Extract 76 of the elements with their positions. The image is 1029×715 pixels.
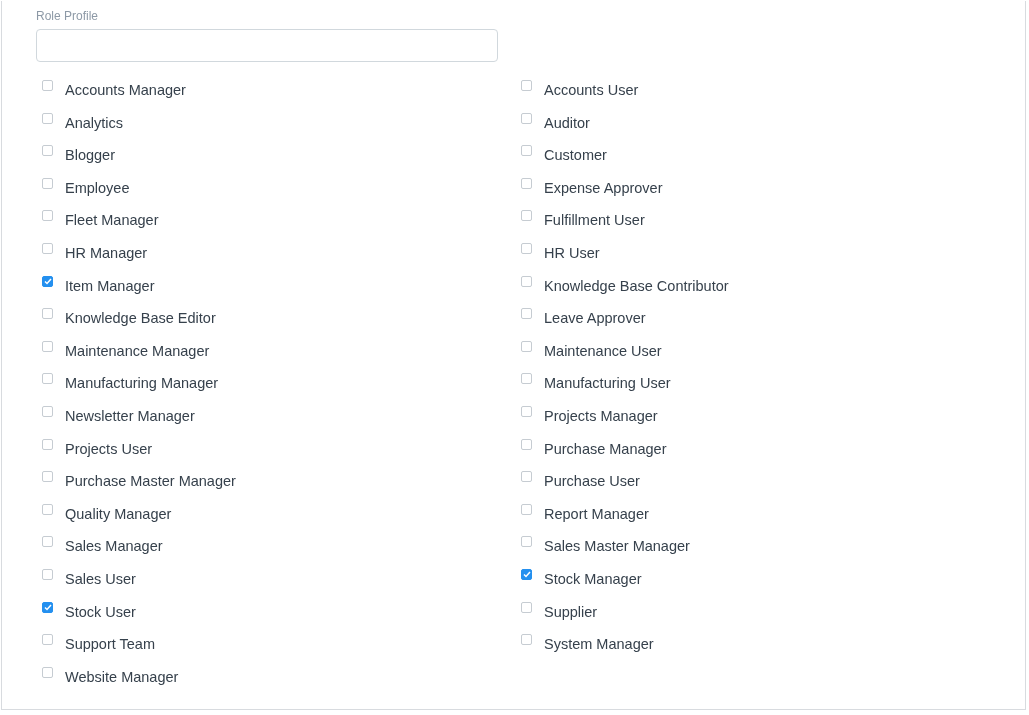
- checkbox-label: Accounts User: [544, 82, 639, 98]
- checkbox-label: HR User: [544, 244, 600, 261]
- checkbox[interactable]: [521, 634, 532, 646]
- checkbox[interactable]: [521, 275, 532, 287]
- field-label: Role Profile: [36, 9, 100, 23]
- checkbox[interactable]: [521, 568, 532, 580]
- checkbox[interactable]: [521, 405, 532, 417]
- checkbox[interactable]: [42, 503, 53, 515]
- checkbox-label: Maintenance User: [544, 342, 662, 359]
- checkbox[interactable]: [42, 210, 53, 222]
- checkbox-label: System Manager: [544, 636, 654, 653]
- checkbox-label: Website Manager: [65, 668, 179, 685]
- checkbox[interactable]: [42, 340, 53, 352]
- checkbox-label: Employee: [65, 179, 130, 196]
- checkbox-label: Report Manager: [544, 505, 649, 522]
- checkbox[interactable]: [521, 80, 532, 91]
- checkbox-label: Sales Manager: [65, 538, 163, 555]
- checkbox-label: Projects Manager: [544, 407, 658, 424]
- checkbox[interactable]: [42, 80, 53, 91]
- checkbox-label: Knowledge Base Contributor: [544, 277, 729, 294]
- checkbox[interactable]: [521, 373, 532, 385]
- checkbox[interactable]: [42, 568, 53, 580]
- checkbox[interactable]: [42, 438, 53, 450]
- checkbox-label: Knowledge Base Editor: [65, 310, 216, 327]
- checkbox-label: Item Manager: [65, 277, 155, 294]
- checkbox-label: Stock User: [65, 603, 136, 620]
- checkbox-label: Accounts Manager: [65, 82, 186, 98]
- checkbox-label: HR Manager: [65, 244, 148, 261]
- checkbox[interactable]: [521, 242, 532, 254]
- checkbox-label: Expense Approver: [544, 179, 663, 196]
- checkbox-label: Auditor: [544, 114, 590, 131]
- checkbox-label: Supplier: [544, 603, 598, 620]
- checkbox-label: Analytics: [65, 114, 124, 131]
- checkbox[interactable]: [42, 471, 53, 483]
- checkbox-label: Purchase User: [544, 473, 640, 490]
- checkbox-label: Newsletter Manager: [65, 407, 195, 424]
- checkbox[interactable]: [42, 308, 53, 320]
- checkbox[interactable]: [42, 601, 53, 613]
- checkbox-label: Maintenance Manager: [65, 342, 210, 359]
- checkbox-label: Fleet Manager: [65, 212, 159, 229]
- checkbox[interactable]: [521, 308, 532, 320]
- checkbox[interactable]: [42, 536, 53, 548]
- checkbox[interactable]: [42, 634, 53, 646]
- checkbox-label: Purchase Master Manager: [65, 473, 236, 490]
- checkbox[interactable]: [42, 373, 53, 385]
- checkbox-label: Manufacturing Manager: [65, 375, 219, 392]
- checkbox[interactable]: [521, 177, 532, 189]
- checkbox-label: Stock Manager: [544, 570, 642, 587]
- checkbox-label: Manufacturing User: [544, 375, 671, 392]
- checkbox[interactable]: [521, 340, 532, 352]
- checkbox-label: Sales Master Manager: [544, 538, 690, 555]
- checkbox-label: Purchase Manager: [544, 440, 667, 457]
- checkbox[interactable]: [42, 405, 53, 417]
- checkbox-label: Leave Approver: [544, 310, 646, 327]
- checkbox[interactable]: [42, 145, 53, 157]
- checkbox-label: Customer: [544, 147, 607, 164]
- checkbox[interactable]: [521, 438, 532, 450]
- checkbox-label: Quality Manager: [65, 505, 172, 522]
- checkbox[interactable]: [521, 536, 532, 548]
- checkbox[interactable]: [42, 112, 53, 124]
- checkbox[interactable]: [42, 275, 53, 287]
- checkbox[interactable]: [521, 471, 532, 483]
- checkbox[interactable]: [521, 145, 532, 157]
- checkbox[interactable]: [42, 242, 53, 254]
- checkbox[interactable]: [521, 210, 532, 222]
- checkbox[interactable]: [521, 112, 532, 124]
- checkbox[interactable]: [42, 177, 53, 189]
- checkbox-label: Projects User: [65, 440, 153, 457]
- checkbox[interactable]: [42, 666, 53, 678]
- checkbox[interactable]: [521, 601, 532, 613]
- checkbox-label: Fulfillment User: [544, 212, 645, 229]
- checkbox[interactable]: [521, 503, 532, 515]
- input-field[interactable]: [36, 29, 498, 62]
- checkbox-label: Blogger: [65, 147, 115, 164]
- checkbox-label: Sales User: [65, 570, 136, 587]
- checkbox-label: Support Team: [65, 636, 155, 653]
